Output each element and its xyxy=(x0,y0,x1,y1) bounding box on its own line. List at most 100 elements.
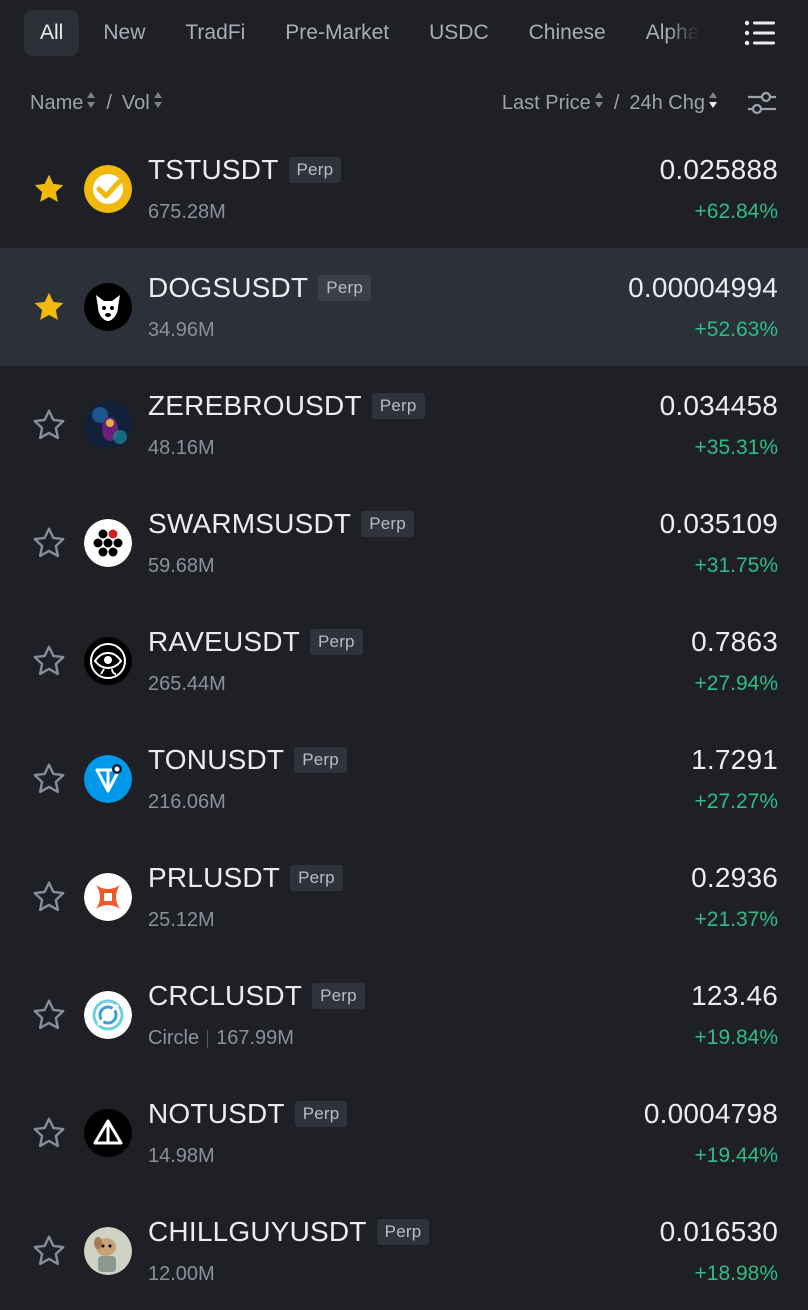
sort-last-price[interactable]: Last Price xyxy=(502,91,604,115)
star-outline-icon[interactable] xyxy=(31,1233,67,1269)
volume: 265.44M xyxy=(148,673,226,695)
market-row[interactable]: NOTUSDT Perp 14.98M 0.0004798 +19.44% xyxy=(0,1074,808,1192)
volume-value: 167.99M xyxy=(216,1027,294,1049)
market-row[interactable]: CRCLUSDT Perp Circle 167.99M 123.46 +19.84… xyxy=(0,956,808,1074)
tst-check-icon xyxy=(84,165,132,213)
star-outline-icon[interactable] xyxy=(31,643,67,679)
change-percent: +62.84% xyxy=(694,200,779,223)
symbol-label: TONUSDT xyxy=(148,744,285,775)
market-row[interactable]: SWARMSUSDT Perp 59.68M 0.035109 +31.75% xyxy=(0,484,808,602)
volume: 25.12M xyxy=(148,909,215,931)
sort-last-price-label: Last Price xyxy=(501,92,591,114)
market-row[interactable]: PRLUSDT Perp 25.12M 0.2936 +21.37% xyxy=(0,838,808,956)
volume: 48.16M xyxy=(148,437,215,459)
symbol-label: NOTUSDT xyxy=(148,1098,285,1129)
symbol-name: PRLUSDT Perp xyxy=(148,862,343,894)
change-percent: +18.98% xyxy=(694,1262,779,1285)
list-menu-icon xyxy=(744,20,775,46)
volume: Circle 167.99M xyxy=(148,1027,294,1050)
last-price: 0.7863 xyxy=(691,626,778,657)
tab-chinese[interactable]: Chinese xyxy=(529,10,606,56)
symbol-label: ZEREBROUSDT xyxy=(148,390,362,421)
sort-arrows-icon xyxy=(594,91,604,109)
tab-new[interactable]: New xyxy=(103,10,145,56)
perp-badge: Perp xyxy=(312,983,365,1009)
tab-alpha[interactable]: Alpha xyxy=(646,10,700,56)
perp-badge: Perp xyxy=(376,1219,430,1245)
tab-tradfi[interactable]: TradFi xyxy=(185,10,245,56)
prl-icon xyxy=(84,873,132,921)
change-percent: +27.94% xyxy=(694,672,779,695)
star-filled-icon[interactable] xyxy=(31,289,67,325)
symbol-name: SWARMSUSDT Perp xyxy=(148,508,414,540)
star-outline-icon[interactable] xyxy=(31,525,67,561)
last-price: 1.7291 xyxy=(691,744,778,775)
market-list: TSTUSDT Perp 675.28M 0.025888 +62.84% DOG… xyxy=(0,130,808,1310)
notcoin-icon xyxy=(84,1109,132,1157)
sort-name[interactable]: Name xyxy=(30,91,96,115)
last-price: 0.016530 xyxy=(659,1216,778,1247)
symbol-name: CRCLUSDT Perp xyxy=(148,980,365,1012)
symbol-label: CHILLGUYUSDT xyxy=(148,1216,367,1247)
market-row[interactable]: TSTUSDT Perp 675.28M 0.025888 +62.84% xyxy=(0,130,808,248)
zerebro-icon xyxy=(84,401,132,449)
change-percent: +35.31% xyxy=(694,436,779,459)
volume: 216.06M xyxy=(148,791,226,813)
symbol-name: DOGSUSDT Perp xyxy=(148,272,371,304)
symbol-name: ZEREBROUSDT Perp xyxy=(148,390,425,422)
swarms-icon xyxy=(84,519,132,567)
market-row[interactable]: RAVEUSDT Perp 265.44M 0.7863 +27.94% xyxy=(0,602,808,720)
sort-change-label: 24h Chg xyxy=(629,92,705,114)
market-row[interactable]: ZEREBROUSDT Perp 48.16M 0.034458 +35.31% xyxy=(0,366,808,484)
sort-vol-label: Vol xyxy=(121,92,150,114)
star-outline-icon[interactable] xyxy=(31,407,67,443)
tab-pre-market[interactable]: Pre-Market xyxy=(285,10,389,56)
star-filled-icon[interactable] xyxy=(31,171,67,207)
tab-all[interactable]: All xyxy=(24,10,80,56)
filter-sliders-icon[interactable] xyxy=(746,89,778,117)
symbol-name: NOTUSDT Perp xyxy=(148,1098,348,1130)
company-tag: Circle xyxy=(148,1027,200,1049)
chillguy-icon xyxy=(84,1227,132,1275)
star-outline-icon[interactable] xyxy=(31,1115,67,1151)
market-row[interactable]: DOGSUSDT Perp 34.96M 0.00004994 +52.63% xyxy=(0,248,808,366)
sort-vol[interactable]: Vol xyxy=(122,91,163,115)
sort-24h-change[interactable]: 24h Chg xyxy=(629,91,718,115)
sort-bar: Name / Vol Last Price / 24h Chg xyxy=(0,78,808,128)
symbol-name: TSTUSDT Perp xyxy=(148,154,342,186)
change-percent: +31.75% xyxy=(694,554,779,577)
last-price: 0.034458 xyxy=(659,390,778,421)
change-percent: +52.63% xyxy=(694,318,779,341)
market-row[interactable]: CHILLGUYUSDT Perp 12.00M 0.016530 +18.98% xyxy=(0,1192,808,1310)
circle-icon xyxy=(84,991,132,1039)
perp-badge: Perp xyxy=(310,629,363,655)
symbol-name: RAVEUSDT Perp xyxy=(148,626,363,658)
star-outline-icon[interactable] xyxy=(31,997,67,1033)
change-percent: +27.27% xyxy=(694,790,779,813)
last-price: 0.2936 xyxy=(691,862,778,893)
tab-menu-button[interactable] xyxy=(724,0,808,66)
perp-badge: Perp xyxy=(318,275,371,301)
volume: 14.98M xyxy=(148,1145,215,1167)
divider xyxy=(207,1029,209,1048)
perp-badge: Perp xyxy=(288,157,342,183)
perp-badge: Perp xyxy=(361,511,414,537)
star-outline-icon[interactable] xyxy=(31,879,67,915)
perp-badge: Perp xyxy=(294,1101,348,1127)
category-tabs: All New TradFi Pre-Market USDC Chinese A… xyxy=(0,0,808,66)
perp-badge: Perp xyxy=(294,747,347,773)
symbol-label: RAVEUSDT xyxy=(148,626,300,657)
star-outline-icon[interactable] xyxy=(31,761,67,797)
last-price: 0.00004994 xyxy=(628,272,778,303)
tab-usdc[interactable]: USDC xyxy=(429,10,489,56)
sort-separator: / xyxy=(613,91,620,114)
change-percent: +19.84% xyxy=(694,1026,779,1049)
dogs-icon xyxy=(84,283,132,331)
change-percent: +21.37% xyxy=(694,908,779,931)
volume: 675.28M xyxy=(148,201,226,223)
symbol-label: CRCLUSDT xyxy=(148,980,303,1011)
sort-arrows-icon xyxy=(87,91,96,109)
market-row[interactable]: TONUSDT Perp 216.06M 1.7291 +27.27% xyxy=(0,720,808,838)
change-percent: +19.44% xyxy=(694,1144,779,1167)
symbol-label: SWARMSUSDT xyxy=(148,508,352,539)
